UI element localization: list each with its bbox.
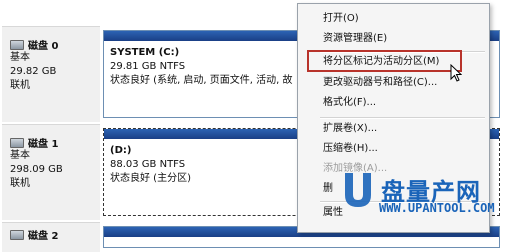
- mouse-cursor-icon: [450, 64, 462, 82]
- disk-1-name: 磁盘 1: [28, 139, 59, 150]
- watermark-url: WWW.UPANTOOL.COM: [379, 201, 495, 215]
- disk-0-size: 29.82 GB: [10, 66, 57, 77]
- upantool-logo-icon: [345, 173, 371, 207]
- disk-1-label-panel[interactable]: 磁盘 1 基本 298.09 GB 联机: [2, 124, 100, 220]
- disk-0-status: 联机: [10, 80, 30, 91]
- disk-0-name: 磁盘 0: [28, 41, 59, 52]
- menu-item-open[interactable]: 打开(O): [323, 9, 359, 29]
- disk-1-info: 基本 298.09 GB 联机: [10, 149, 63, 191]
- disk-icon: [10, 137, 24, 148]
- menu-item-shrink-volume[interactable]: 压缩卷(H)...: [323, 139, 378, 159]
- disk-1-status: 联机: [10, 178, 30, 189]
- menu-item-format[interactable]: 格式化(F)...: [323, 93, 376, 113]
- menu-item-delete[interactable]: 删: [323, 179, 333, 199]
- menu-item-explorer[interactable]: 资源管理器(E): [323, 29, 387, 49]
- disk-0-name-wrap: 磁盘 0: [10, 37, 58, 52]
- disk-2-label-panel[interactable]: 磁盘 2: [2, 222, 100, 252]
- disk-0-type: 基本: [10, 52, 30, 63]
- disk-icon: [10, 229, 24, 240]
- disk-0-label-panel[interactable]: 磁盘 0 基本 29.82 GB 联机: [2, 26, 100, 122]
- menu-item-properties[interactable]: 属性: [323, 203, 343, 223]
- disk-1-type: 基本: [10, 150, 30, 161]
- disk-0-info: 基本 29.82 GB 联机: [10, 51, 56, 93]
- highlight-box: [307, 50, 462, 72]
- menu-item-change-drive-letter[interactable]: 更改驱动器号和路径(C)...: [323, 73, 437, 93]
- disk-1-size: 298.09 GB: [10, 164, 63, 175]
- menu-item-extend-volume[interactable]: 扩展卷(X)...: [323, 119, 377, 139]
- disk-icon: [10, 39, 24, 50]
- disk-1-name-wrap: 磁盘 1: [10, 135, 58, 150]
